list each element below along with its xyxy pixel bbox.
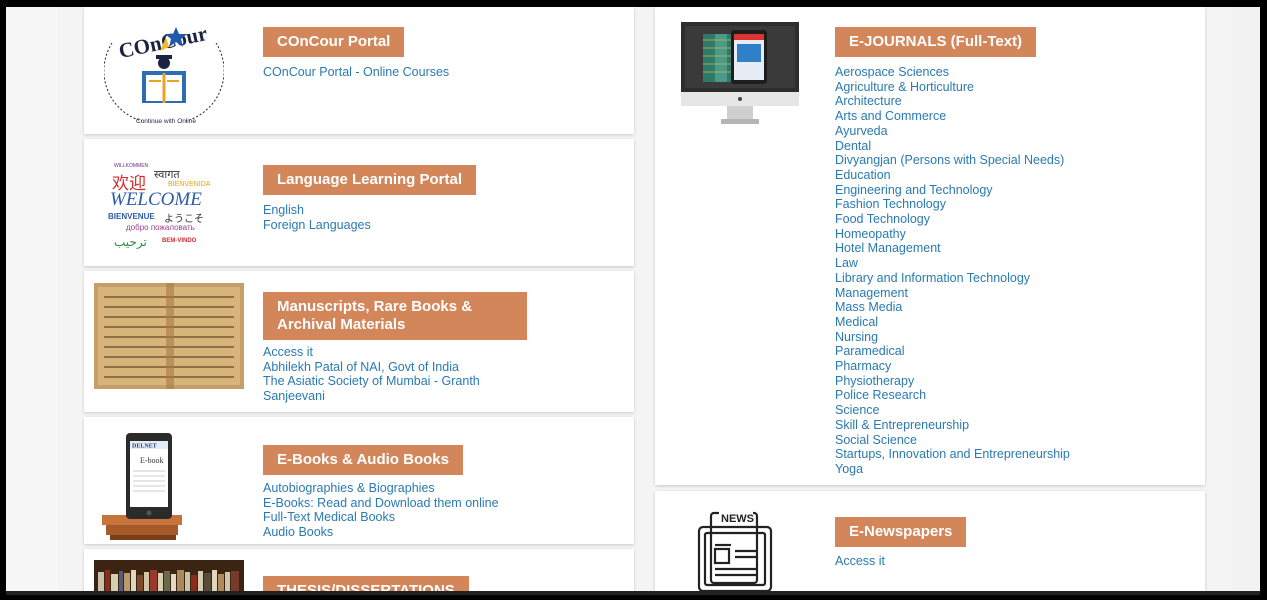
link-ejournal-social-science[interactable]: Social Science	[835, 433, 1070, 448]
link-ejournal-nursing[interactable]: Nursing	[835, 330, 1070, 345]
link-enewspapers-access[interactable]: Access it	[835, 554, 885, 569]
manuscripts-links: Access it Abhilekh Patal of NAI, Govt of…	[263, 345, 480, 404]
link-manuscripts-access[interactable]: Access it	[263, 345, 480, 360]
language-header: Language Learning Portal	[263, 165, 477, 195]
link-ejournal-physiotherapy[interactable]: Physiotherapy	[835, 374, 1070, 389]
card-concour: COnCour Continue with Online COnCour Por…	[84, 7, 634, 134]
link-ejournal-police-research[interactable]: Police Research	[835, 388, 1070, 403]
link-ejournal-yoga[interactable]: Yoga	[835, 462, 1070, 477]
link-ejournal-dental[interactable]: Dental	[835, 139, 1070, 154]
link-ejournal-law[interactable]: Law	[835, 256, 1070, 271]
link-ejournal-mass-media[interactable]: Mass Media	[835, 300, 1070, 315]
page-frame: COnCour Continue with Online COnCour Por…	[6, 7, 1260, 595]
link-abhilekh-patal[interactable]: Abhilekh Patal of NAI, Govt of India	[263, 360, 480, 375]
ejournals-links: Aerospace Sciences Agriculture & Horticul…	[835, 65, 1070, 477]
right-gutter	[1232, 7, 1260, 595]
link-ejournal-paramedical[interactable]: Paramedical	[835, 344, 1070, 359]
link-english[interactable]: English	[263, 203, 371, 218]
link-ejournal-fashion-technology[interactable]: Fashion Technology	[835, 197, 1070, 212]
link-ejournal-arts-and-commerce[interactable]: Arts and Commerce	[835, 109, 1070, 124]
link-ejournal-engineering-and-technology[interactable]: Engineering and Technology	[835, 183, 1070, 198]
link-sanjeevani[interactable]: Sanjeevani	[263, 389, 480, 404]
concour-links: COnCour Portal - Online Courses	[263, 65, 449, 80]
link-ejournal-science[interactable]: Science	[835, 403, 1070, 418]
language-links: English Foreign Languages	[263, 203, 371, 232]
link-ejournal-ayurveda[interactable]: Ayurveda	[835, 124, 1070, 139]
link-ejournal-architecture[interactable]: Architecture	[835, 94, 1070, 109]
ejournals-header: E-JOURNALS (Full-Text)	[835, 27, 1037, 57]
link-ejournal-skill-entrepreneurship[interactable]: Skill & Entrepreneurship	[835, 418, 1070, 433]
link-ejournal-aerospace-sciences[interactable]: Aerospace Sciences	[835, 65, 1070, 80]
svg-text:NEWS: NEWS	[721, 513, 754, 525]
ebooks-header: E-Books & Audio Books	[263, 445, 463, 475]
bottom-scrollbar[interactable]	[6, 591, 1260, 595]
concour-logo: COnCour Continue with Online	[104, 13, 224, 128]
manuscript-image	[94, 283, 244, 389]
ebook-reader-image: DELNET E-book	[100, 431, 190, 541]
card-ebooks: DELNET E-book E-Books & Audio Books Auto…	[84, 417, 634, 544]
link-audio-books[interactable]: Audio Books	[263, 525, 499, 540]
link-foreign-languages[interactable]: Foreign Languages	[263, 218, 371, 233]
link-autobiographies[interactable]: Autobiographies & Biographies	[263, 481, 499, 496]
enewspapers-links: Access it	[835, 554, 885, 569]
enewspapers-header: E-Newspapers	[835, 517, 967, 547]
newspaper-icon: NEWS	[691, 505, 787, 595]
link-ejournal-food-technology[interactable]: Food Technology	[835, 212, 1070, 227]
link-asiatic-society[interactable]: The Asiatic Society of Mumbai - Granth	[263, 374, 480, 389]
svg-text:Continue with Online: Continue with Online	[136, 118, 196, 125]
card-ejournals: E-JOURNALS (Full-Text) Aerospace Science…	[655, 7, 1205, 485]
svg-text:E-book: E-book	[140, 456, 164, 465]
link-ejournal-startups-innovation-and-entrepreneurship[interactable]: Startups, Innovation and Entrepreneurshi…	[835, 447, 1070, 462]
card-thesis: THESIS/DISSERTATIONS	[84, 549, 634, 595]
link-ejournal-hotel-management[interactable]: Hotel Management	[835, 241, 1070, 256]
link-ejournal-agriculture-horticulture[interactable]: Agriculture & Horticulture	[835, 80, 1070, 95]
link-ejournal-medical[interactable]: Medical	[835, 315, 1070, 330]
ejournals-monitor-image	[681, 22, 799, 126]
link-ejournal-divyangjan-persons-with-special-needs[interactable]: Divyangjan (Persons with Special Needs)	[835, 153, 1070, 168]
ebooks-links: Autobiographies & Biographies E-Books: R…	[263, 481, 499, 540]
left-gutter	[6, 7, 58, 595]
card-enewspapers: NEWS E-Newspapers Access it	[655, 491, 1205, 595]
card-manuscripts: Manuscripts, Rare Books & Archival Mater…	[84, 271, 634, 412]
link-ejournal-homeopathy[interactable]: Homeopathy	[835, 227, 1070, 242]
bookshelf-image	[94, 560, 244, 595]
card-language: WILLKOMMEN स्वागत 欢迎 BIENVENIDA WELCOME …	[84, 139, 634, 266]
concour-header: COnCour Portal	[263, 27, 405, 57]
link-medical-books[interactable]: Full-Text Medical Books	[263, 510, 499, 525]
link-ejournal-library-and-information-technology[interactable]: Library and Information Technology	[835, 271, 1070, 286]
link-ejournal-management[interactable]: Management	[835, 286, 1070, 301]
link-concour-online-courses[interactable]: COnCour Portal - Online Courses	[263, 65, 449, 80]
link-ebooks-download[interactable]: E-Books: Read and Download them online	[263, 496, 499, 511]
link-ejournal-pharmacy[interactable]: Pharmacy	[835, 359, 1070, 374]
link-ejournal-education[interactable]: Education	[835, 168, 1070, 183]
welcome-multilingual-image: WILLKOMMEN स्वागत 欢迎 BIENVENIDA WELCOME …	[108, 163, 211, 249]
manuscripts-header: Manuscripts, Rare Books & Archival Mater…	[263, 292, 527, 340]
svg-text:DELNET: DELNET	[132, 444, 157, 450]
